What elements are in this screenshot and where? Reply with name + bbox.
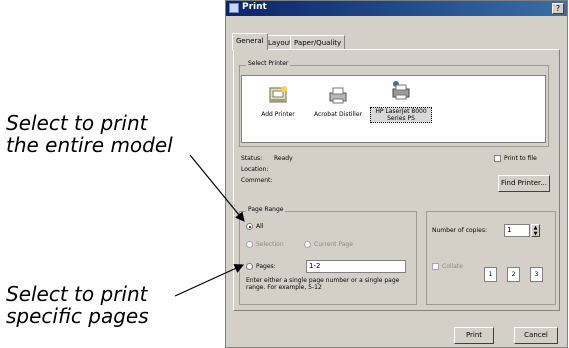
current-page-radio[interactable] bbox=[304, 241, 311, 248]
dialog-title: Print bbox=[242, 2, 267, 12]
selection-radio[interactable] bbox=[246, 241, 253, 248]
printer-app-icon bbox=[229, 3, 239, 13]
status-value: Ready bbox=[274, 155, 293, 162]
help-button[interactable]: ? bbox=[552, 3, 564, 14]
page-range-label: Page Range bbox=[246, 206, 286, 213]
pages-radio[interactable] bbox=[246, 263, 253, 270]
tab-general[interactable]: General bbox=[232, 33, 268, 50]
tab-paper-quality[interactable]: Paper/Quality bbox=[290, 35, 346, 50]
print-to-file-checkbox[interactable] bbox=[494, 155, 501, 162]
printer-icon bbox=[329, 87, 347, 104]
callout-entire-model: Select to print the entire model bbox=[6, 111, 173, 157]
collate-label: Collate bbox=[442, 263, 463, 270]
selection-label: Selection bbox=[256, 241, 284, 248]
printer-add-printer[interactable]: Add Printer bbox=[250, 84, 306, 118]
printer-hp-laserjet[interactable]: HP LaserJet 8000 Series PS bbox=[370, 80, 432, 123]
collate-page-icon: 3 bbox=[530, 267, 543, 282]
select-printer-label: Select Printer bbox=[246, 60, 291, 67]
printer-list[interactable]: Add Printer Acrobat Distiller HP LaserJe… bbox=[241, 75, 546, 143]
title-bar: Print ? bbox=[226, 1, 567, 16]
print-button[interactable]: Print bbox=[454, 327, 494, 344]
printer-name: HP LaserJet 8000 Series PS bbox=[370, 107, 432, 123]
location-label: Location: bbox=[241, 166, 269, 173]
add-printer-icon bbox=[269, 86, 287, 103]
printer-name: Acrobat Distiller bbox=[314, 111, 362, 118]
printer-acrobat-distiller[interactable]: Acrobat Distiller bbox=[310, 84, 366, 118]
collate-page-icon: 1 bbox=[484, 267, 497, 282]
spin-down-icon[interactable]: ▼ bbox=[532, 231, 539, 237]
page-range-hint: Enter either a single page number or a s… bbox=[246, 277, 400, 291]
copies-input[interactable]: 1 bbox=[504, 224, 530, 237]
current-page-label: Current Page bbox=[314, 241, 353, 248]
pages-input[interactable]: 1-2 bbox=[306, 260, 406, 273]
collate-page-icon: 2 bbox=[507, 267, 520, 282]
copies-spinner[interactable]: ▲ ▼ bbox=[531, 224, 540, 237]
pages-label: Pages: bbox=[256, 263, 276, 270]
all-label: All bbox=[256, 223, 264, 230]
print-dialog: Print ? General Layout Paper/Quality Sel… bbox=[225, 0, 568, 348]
cancel-button[interactable]: Cancel bbox=[514, 327, 558, 344]
printer-name: Add Printer bbox=[261, 111, 295, 118]
network-printer-icon bbox=[392, 81, 410, 100]
print-to-file-label: Print to file bbox=[504, 155, 537, 162]
find-printer-button[interactable]: Find Printer... bbox=[498, 175, 550, 192]
status-label: Status: bbox=[241, 155, 263, 162]
callout-specific-pages: Select to print specific pages bbox=[6, 282, 149, 328]
collate-checkbox[interactable] bbox=[432, 263, 439, 270]
copies-label: Number of copies: bbox=[432, 227, 487, 234]
all-radio[interactable] bbox=[246, 223, 253, 230]
comment-label: Comment: bbox=[241, 177, 273, 184]
